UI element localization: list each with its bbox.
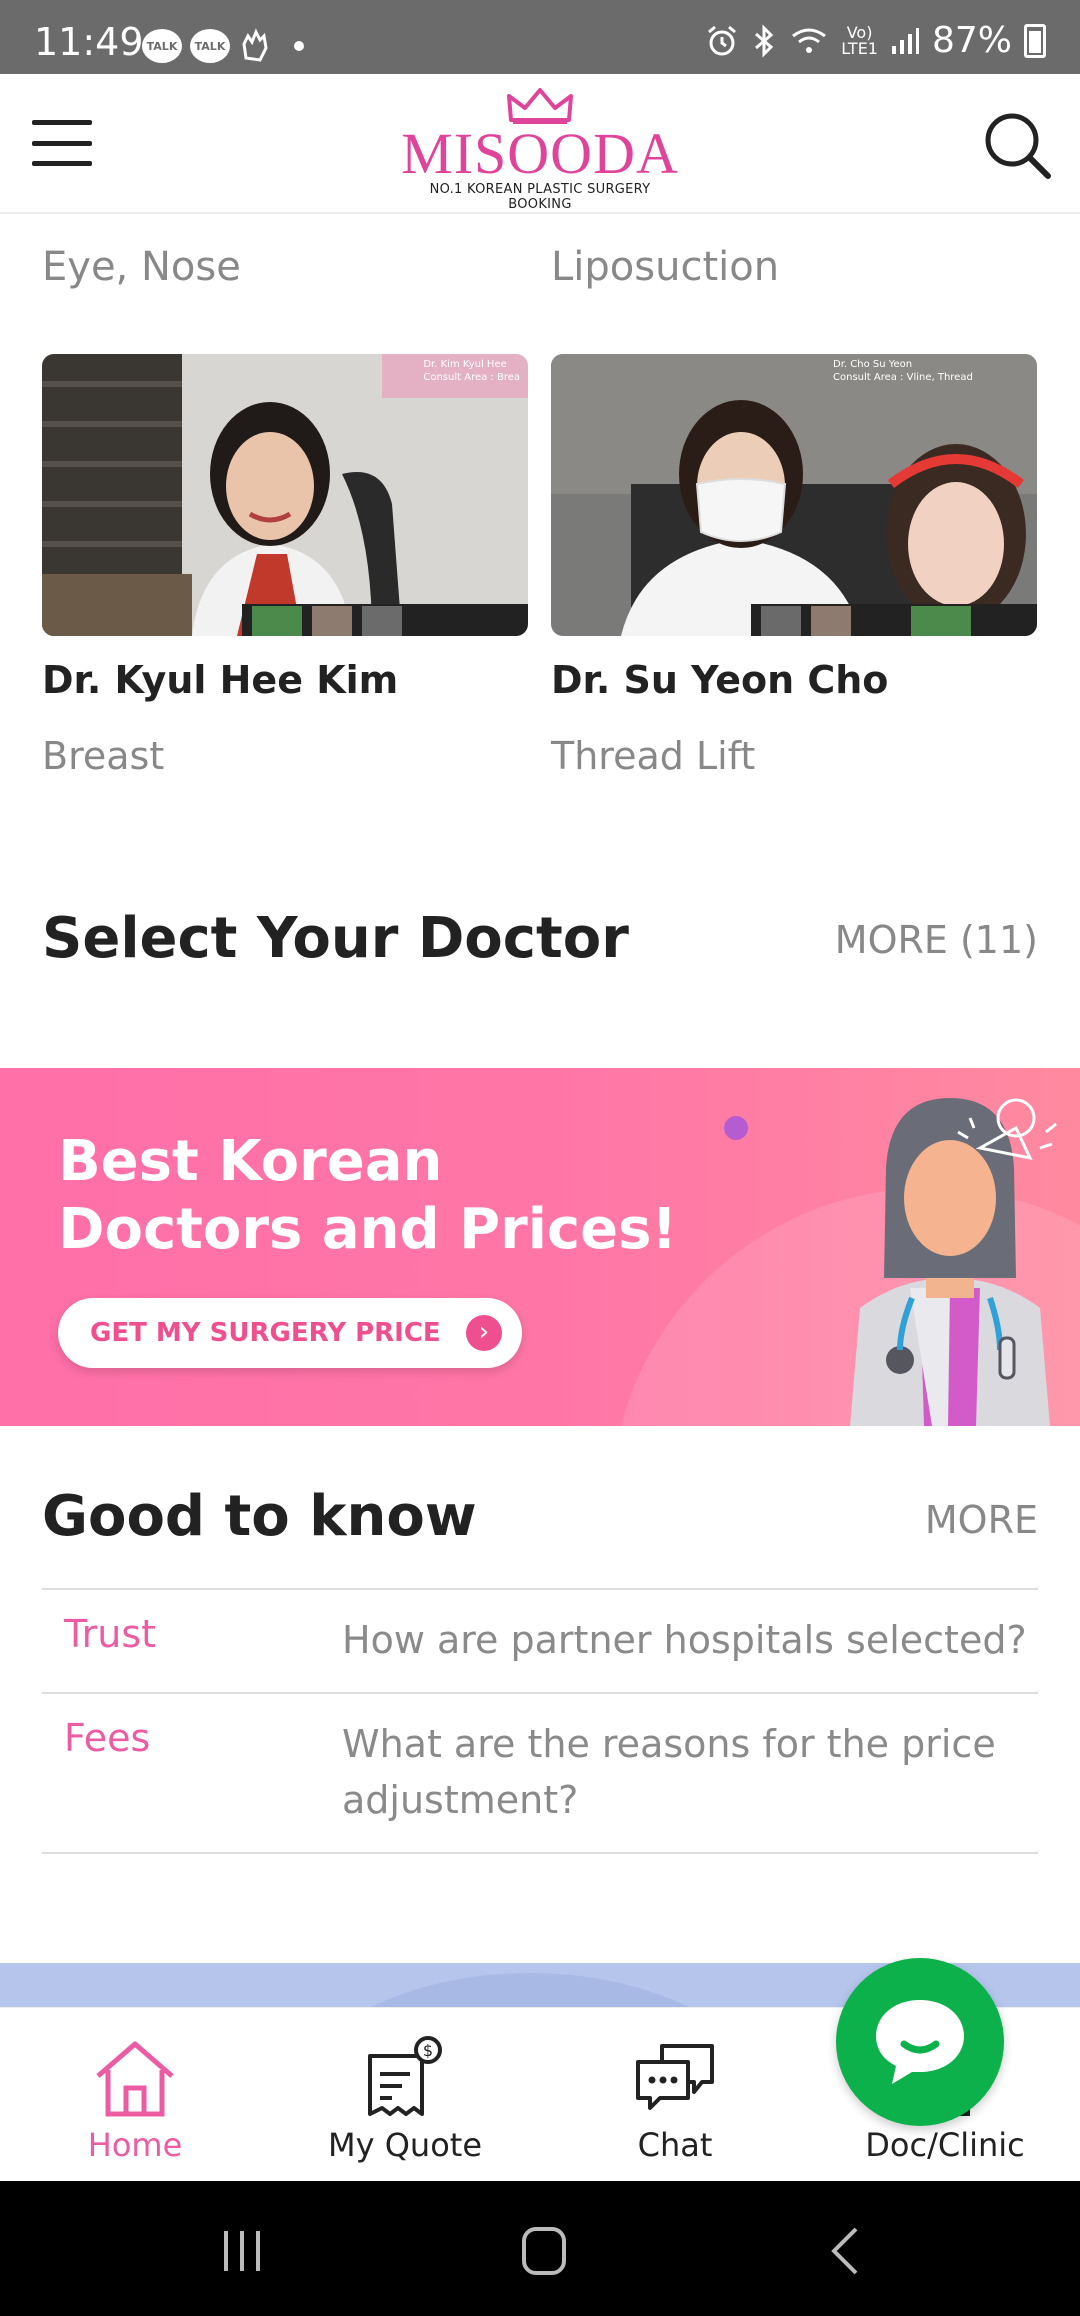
- get-surgery-price-button[interactable]: GET MY SURGERY PRICE ›: [58, 1298, 522, 1368]
- select-doctor-title: Select Your Doctor: [42, 906, 629, 971]
- logo-tagline: NO.1 KOREAN PLASTIC SURGERY BOOKING: [429, 182, 651, 212]
- doctor-name: Dr. Kyul Hee Kim: [42, 658, 399, 702]
- banner-headline: Best Korean Doctors and Prices!: [58, 1129, 677, 1262]
- doctor-video-thumbnail[interactable]: Dr. Cho Su Yeon Consult Area : Vline, Th…: [551, 354, 1037, 636]
- good-to-know-more-link[interactable]: MORE: [925, 1498, 1038, 1542]
- cta-label: GET MY SURGERY PRICE: [90, 1318, 441, 1348]
- hand-notification-icon: [242, 28, 268, 62]
- faq-category: Trust: [64, 1612, 157, 1656]
- chevron-right-icon: ›: [466, 1315, 502, 1351]
- doctor-video-thumbnail[interactable]: Dr. Kim Kyul Hee Consult Area : Brea: [42, 354, 528, 636]
- faq-question: How are partner hospitals selected?: [342, 1618, 1027, 1662]
- nav-label: Chat: [637, 2126, 713, 2164]
- quote-receipt-icon: $: [368, 2036, 442, 2116]
- status-right-icons: Vo) LTE1 87%: [705, 20, 1046, 61]
- logo[interactable]: MISOODA NO.1 KOREAN PLASTIC SURGERY BOOK…: [400, 88, 680, 212]
- promo-banner[interactable]: Best Korean Doctors and Prices! GET MY S…: [0, 1068, 1080, 1426]
- doctor-specialty: Thread Lift: [551, 734, 756, 778]
- list-item[interactable]: Trust How are partner hospitals selected…: [42, 1590, 1038, 1694]
- doctor-name: Dr. Su Yeon Cho: [551, 658, 889, 702]
- talk-notification-icon: TALK: [142, 29, 182, 63]
- menu-icon[interactable]: [32, 120, 92, 166]
- status-time: 11:49: [34, 20, 144, 64]
- doctor-illustration: [724, 1098, 1057, 1426]
- chat-fab-icon: [876, 2000, 964, 2084]
- good-to-know-title: Good to know: [42, 1484, 477, 1549]
- search-icon[interactable]: [982, 110, 1052, 180]
- home-icon: [96, 2041, 174, 2117]
- thumb-caption: Dr. Cho Su Yeon Consult Area : Vline, Th…: [833, 359, 973, 383]
- signal-icon: [891, 27, 919, 54]
- svg-text:$: $: [423, 2041, 433, 2060]
- faq-question: What are the reasons for the price adjus…: [342, 1722, 996, 1822]
- logo-text: MISOODA: [401, 121, 679, 186]
- battery-icon: [1024, 23, 1046, 58]
- recent-apps-icon[interactable]: [212, 2221, 272, 2281]
- more-notifications-dot: [294, 41, 304, 51]
- doctor-specialty: Liposuction: [551, 244, 780, 290]
- status-bar: 11:49 TALK TALK Vo) LTE1 87%: [0, 0, 1080, 74]
- bluetooth-icon: [755, 23, 774, 58]
- list-item[interactable]: Fees What are the reasons for the price …: [42, 1694, 1038, 1854]
- notification-icons: TALK TALK: [142, 28, 304, 64]
- alarm-icon: [708, 25, 737, 55]
- doctor-specialty: Breast: [42, 734, 165, 778]
- doctor-photo: [42, 354, 528, 636]
- doctor-card[interactable]: Dr. Cho Su Yeon Consult Area : Vline, Th…: [551, 354, 1037, 778]
- chat-bubbles-icon: [636, 2044, 714, 2110]
- home-button-icon[interactable]: [514, 2221, 574, 2281]
- system-nav-bar: [0, 2181, 1080, 2316]
- talk-notification-icon: TALK: [190, 29, 230, 63]
- doctor-specialty: Eye, Nose: [42, 244, 241, 290]
- battery-percent: 87%: [931, 20, 1012, 61]
- app-header: MISOODA NO.1 KOREAN PLASTIC SURGERY BOOK…: [0, 74, 1080, 214]
- wifi-icon: [792, 28, 827, 53]
- faq-category: Fees: [64, 1716, 151, 1760]
- nav-label: Home: [87, 2126, 183, 2164]
- nav-my-quote[interactable]: $ My Quote: [270, 2008, 540, 2182]
- nav-label: Doc/Clinic: [865, 2126, 1025, 2164]
- good-to-know-list: Trust How are partner hospitals selected…: [42, 1588, 1038, 1854]
- network-type: Vo) LTE1: [841, 22, 878, 58]
- nav-label: My Quote: [328, 2126, 482, 2164]
- nav-chat[interactable]: Chat: [540, 2008, 810, 2182]
- live-chat-button[interactable]: [836, 1958, 1004, 2126]
- nav-home[interactable]: Home: [0, 2008, 270, 2182]
- doctor-card[interactable]: Dr. Kim Kyul Hee Consult Area : Brea Dr.…: [42, 354, 528, 778]
- doctor-photo: [551, 354, 1037, 636]
- thumb-caption: Dr. Kim Kyul Hee Consult Area : Brea: [423, 359, 520, 383]
- back-icon[interactable]: [818, 2221, 878, 2281]
- select-doctor-more-link[interactable]: MORE (11): [835, 918, 1038, 962]
